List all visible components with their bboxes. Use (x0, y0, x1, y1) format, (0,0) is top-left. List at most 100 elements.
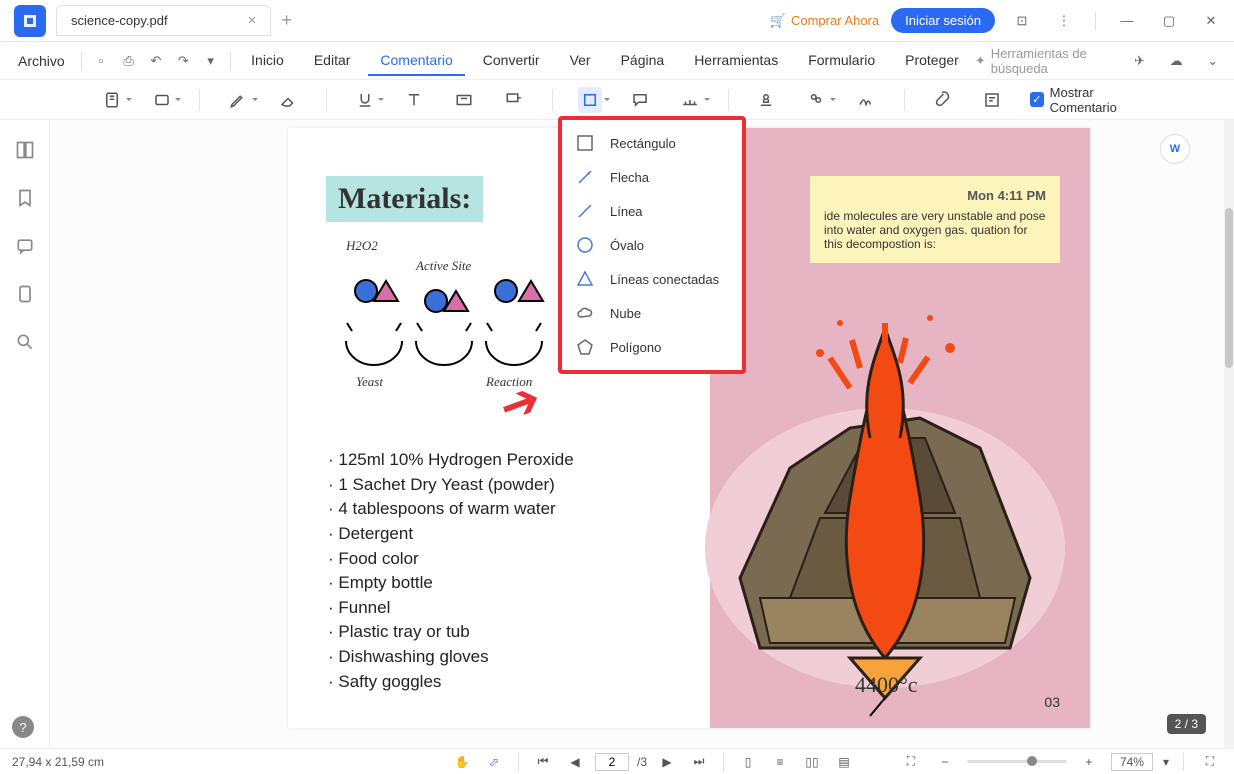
send-icon[interactable]: ✈ (1128, 47, 1151, 75)
minimize-button[interactable]: — (1112, 6, 1142, 36)
scrollbar-thumb[interactable] (1225, 208, 1233, 368)
highlight-area-tool[interactable] (150, 87, 174, 113)
menu-proteger[interactable]: Proteger (893, 46, 971, 76)
comments-panel-icon[interactable] (15, 236, 35, 256)
page-indicator-badge: 2 / 3 (1167, 714, 1206, 734)
shape-option-line[interactable]: Línea (562, 194, 742, 228)
continuous-view[interactable]: ≡ (768, 752, 792, 772)
first-page-button[interactable]: ⏮ (531, 752, 555, 772)
polygon-icon (576, 338, 594, 356)
title-bar: science-copy.pdf × + 🛒 Comprar Ahora Ini… (0, 0, 1234, 42)
cloud-icon[interactable]: ☁ (1165, 47, 1188, 75)
buy-now-link[interactable]: 🛒 Comprar Ahora (770, 13, 879, 29)
stamp-list-tool[interactable] (804, 87, 828, 113)
maximize-button[interactable]: ▢ (1154, 6, 1184, 36)
close-tab-icon[interactable]: × (248, 12, 257, 29)
close-window-button[interactable]: ✕ (1196, 6, 1226, 36)
shape-option-arrow[interactable]: Flecha (562, 160, 742, 194)
read-view[interactable]: ▤ (832, 752, 856, 772)
stamp-tool[interactable] (755, 87, 779, 113)
shapes-tool[interactable] (578, 87, 602, 113)
search-tools[interactable]: ✦ Herramientas de búsqueda (975, 46, 1114, 76)
comment-toolbar: ✓ Mostrar Comentario (0, 80, 1234, 120)
thumbnails-icon[interactable] (15, 140, 35, 160)
shape-option-oval[interactable]: Óvalo (562, 228, 742, 262)
fit-width-button[interactable]: ⛶ (899, 752, 923, 772)
list-item: · 125ml 10% Hydrogen Peroxide (328, 448, 574, 473)
zoom-slider[interactable] (967, 760, 1067, 763)
fullscreen-button[interactable]: ⛶ (1198, 752, 1222, 772)
textbox-tool[interactable] (452, 87, 476, 113)
help-button[interactable]: ? (12, 716, 34, 738)
new-tab-button[interactable]: + (281, 10, 292, 31)
menu-inicio[interactable]: Inicio (239, 46, 296, 76)
shape-option-polygon[interactable]: Polígono (562, 330, 742, 364)
list-item: · Empty bottle (328, 571, 574, 596)
last-page-button[interactable]: ⏭ (687, 752, 711, 772)
menu-editar[interactable]: Editar (302, 46, 363, 76)
signature-tool[interactable] (854, 87, 878, 113)
document-tab[interactable]: science-copy.pdf × (56, 5, 271, 36)
next-page-button[interactable]: ▶ (655, 752, 679, 772)
vertical-scrollbar[interactable] (1224, 120, 1234, 748)
save-icon[interactable]: ▫ (90, 47, 113, 75)
speech-tool[interactable] (628, 87, 652, 113)
comment-list-tool[interactable] (980, 87, 1004, 113)
select-tool[interactable]: ⬀ (482, 752, 506, 772)
shape-option-polyline[interactable]: Líneas conectadas (562, 262, 742, 296)
file-menu[interactable]: Archivo (10, 49, 73, 73)
word-export-button[interactable]: W (1160, 134, 1190, 164)
bookmark-icon[interactable] (15, 188, 35, 208)
note-body: ide molecules are very unstable and pose… (824, 209, 1046, 251)
show-comments-toggle[interactable]: ✓ Mostrar Comentario (1030, 85, 1154, 115)
hand-tool[interactable]: ✋ (450, 752, 474, 772)
oval-icon (576, 236, 594, 254)
zoom-in-button[interactable]: + (1077, 752, 1101, 772)
zoom-out-button[interactable]: − (933, 752, 957, 772)
menu-convertir[interactable]: Convertir (471, 46, 552, 76)
print-icon[interactable]: ⎙ (117, 47, 140, 75)
attachments-panel-icon[interactable] (15, 284, 35, 304)
redo-icon[interactable]: ↷ (172, 47, 195, 75)
active-site-label: Active Site (416, 258, 471, 274)
list-item: · Plastic tray or tub (328, 620, 574, 645)
chevron-down-icon[interactable]: ⌄ (1201, 47, 1224, 75)
search-panel-icon[interactable] (15, 332, 35, 352)
list-item: · Dishwashing gloves (328, 645, 574, 670)
note-tool[interactable] (100, 87, 124, 113)
quick-dropdown-icon[interactable]: ▾ (199, 47, 222, 75)
callout-tool[interactable] (502, 87, 526, 113)
menu-formulario[interactable]: Formulario (796, 46, 887, 76)
list-item: · 4 tablespoons of warm water (328, 497, 574, 522)
two-page-view[interactable]: ▯▯ (800, 752, 824, 772)
shape-option-rect[interactable]: Rectángulo (562, 126, 742, 160)
more-icon[interactable]: ⋮ (1049, 6, 1079, 36)
text-tool[interactable] (402, 87, 426, 113)
volcano-illustration: 4400°c (700, 298, 1070, 718)
single-page-view[interactable]: ▯ (736, 752, 760, 772)
menu-herramientas[interactable]: Herramientas (682, 46, 790, 76)
menu-página[interactable]: Página (609, 46, 677, 76)
eraser-tool[interactable] (276, 87, 300, 113)
menu-comentario[interactable]: Comentario (368, 46, 464, 76)
attach-tool[interactable] (931, 87, 955, 113)
list-item: · 1 Sachet Dry Yeast (powder) (328, 473, 574, 498)
feedback-icon[interactable]: ⊡ (1007, 6, 1037, 36)
sparkle-icon: ✦ (975, 53, 986, 69)
shape-option-cloud[interactable]: Nube (562, 296, 742, 330)
zoom-dropdown-icon[interactable]: ▾ (1163, 755, 1169, 769)
h2o2-diagram: H2O2 Active Site Yeast Reaction (336, 246, 596, 396)
page-input[interactable] (595, 753, 629, 771)
underline-tool[interactable] (353, 87, 377, 113)
app-logo[interactable] (14, 5, 46, 37)
prev-page-button[interactable]: ◀ (563, 752, 587, 772)
sticky-note[interactable]: Mon 4:11 PM ide molecules are very unsta… (810, 176, 1060, 263)
signin-button[interactable]: Iniciar sesión (891, 8, 995, 33)
checkbox-icon: ✓ (1030, 92, 1044, 107)
menu-ver[interactable]: Ver (558, 46, 603, 76)
zoom-thumb[interactable] (1027, 756, 1037, 766)
measure-tool[interactable] (678, 87, 702, 113)
pencil-tool[interactable] (226, 87, 250, 113)
cloud-icon (576, 304, 594, 322)
undo-icon[interactable]: ↶ (144, 47, 167, 75)
